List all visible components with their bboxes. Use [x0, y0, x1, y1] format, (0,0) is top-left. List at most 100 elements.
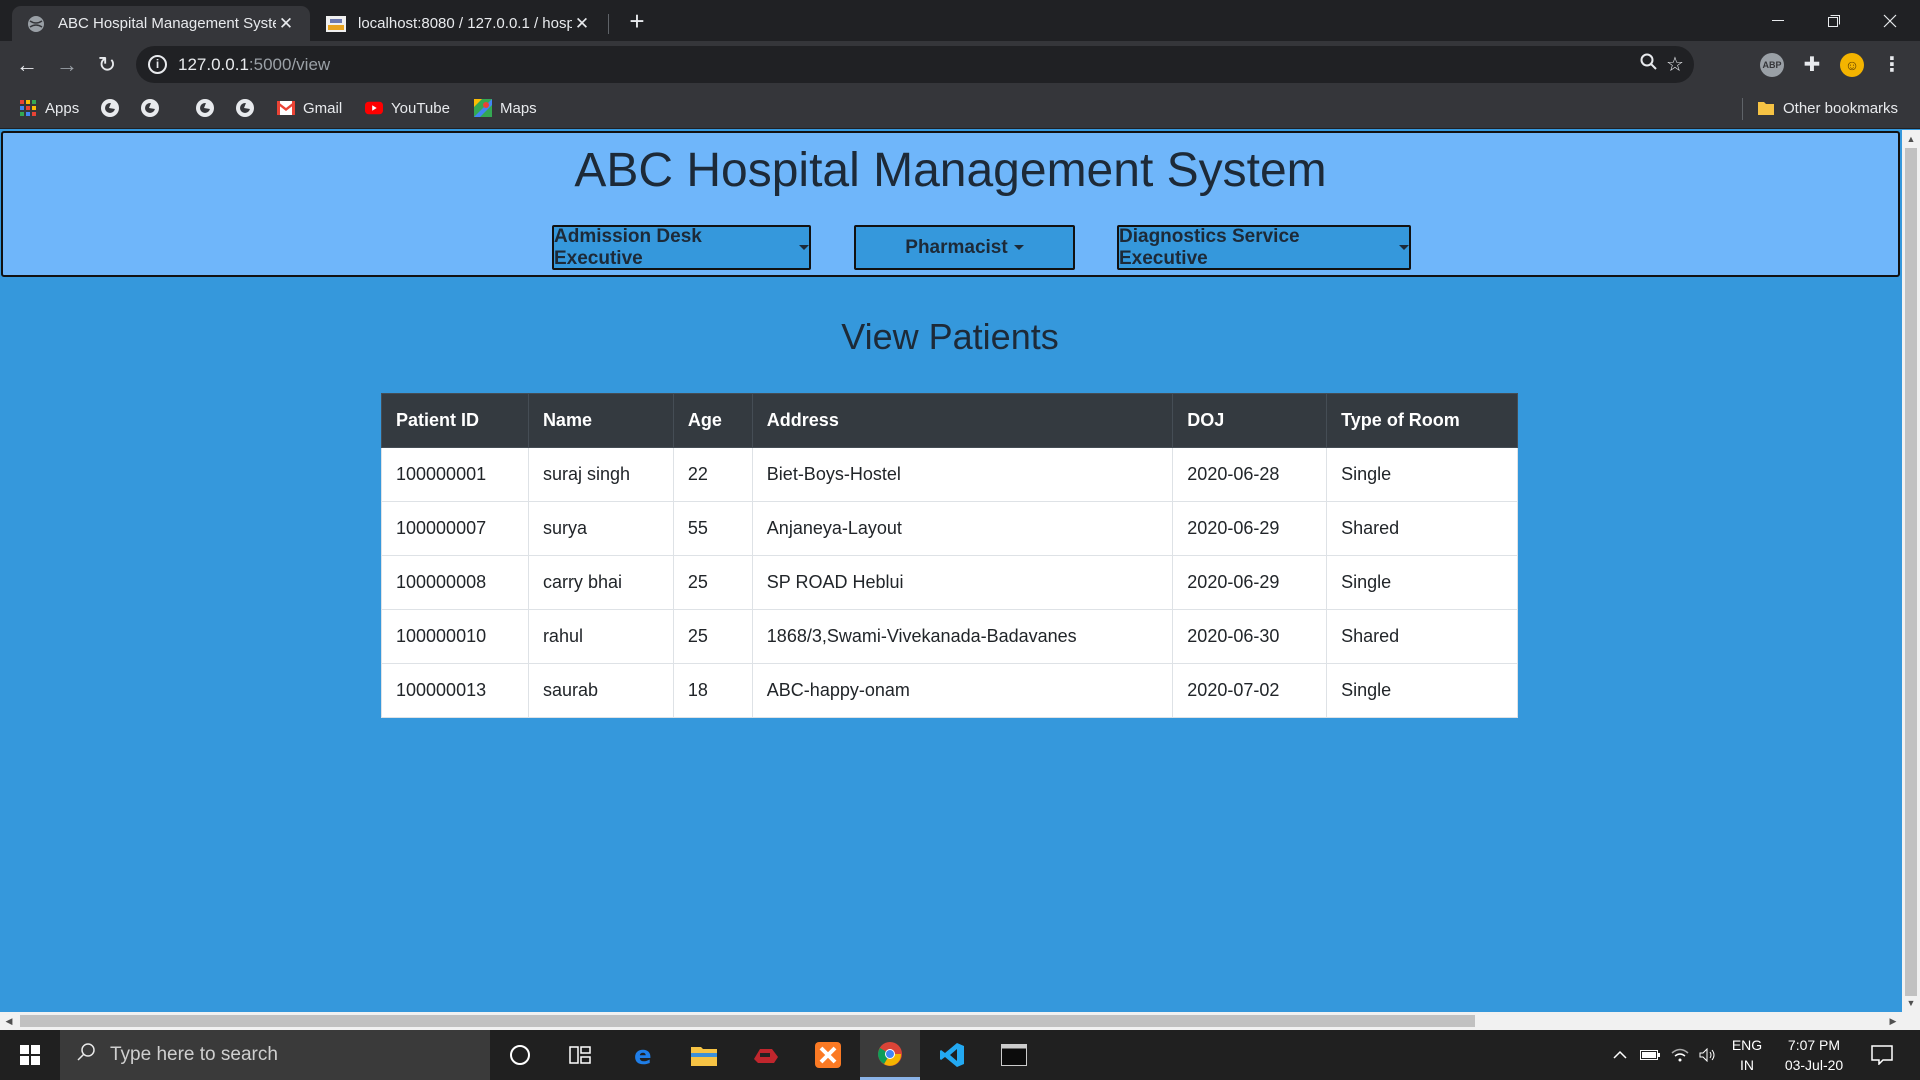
cell-room-type: Shared: [1326, 501, 1518, 556]
close-window-icon[interactable]: [1862, 0, 1918, 41]
bookmark-youtube[interactable]: YouTube: [365, 97, 450, 119]
tab-separator: [608, 14, 609, 34]
scroll-right-arrow-icon[interactable]: ▶: [1884, 1012, 1902, 1030]
maps-icon: [474, 99, 492, 117]
nav-label: Pharmacist: [905, 236, 1008, 258]
page-viewport: ABC Hospital Management System Admission…: [0, 130, 1902, 1012]
cell-doj: 2020-06-29: [1172, 555, 1328, 610]
cell-address: SP ROAD Heblui: [751, 555, 1174, 610]
apps-grid-icon: [19, 99, 37, 117]
bookmark-globe-3[interactable]: [196, 97, 222, 119]
cell-name: saurab: [527, 663, 674, 718]
search-placeholder: Type here to search: [110, 1044, 278, 1065]
vertical-scroll-thumb[interactable]: [1905, 148, 1917, 996]
clock[interactable]: 7:07 PM 03-Jul-20: [1772, 1030, 1856, 1080]
menu-dots-icon[interactable]: ⋮: [1880, 53, 1904, 77]
address-bar[interactable]: i 127.0.0.1:5000/view ☆: [136, 46, 1694, 83]
cell-name: carry bhai: [527, 555, 674, 610]
column-header: DOJ: [1172, 393, 1328, 448]
profile-avatar[interactable]: ☺: [1840, 53, 1864, 77]
adblock-extension-icon[interactable]: ABP: [1760, 53, 1784, 77]
vscode-icon[interactable]: [922, 1030, 982, 1080]
close-tab-icon[interactable]: ✕: [276, 14, 296, 34]
new-tab-button[interactable]: +: [622, 6, 652, 36]
nav-pharmacist-dropdown[interactable]: Pharmacist: [854, 225, 1075, 270]
url-host: 127.0.0.1: [178, 55, 249, 74]
tab-phpmyadmin[interactable]: localhost:8080 / 127.0.0.1 / hospi ✕: [312, 6, 606, 41]
wifi-icon[interactable]: [1666, 1030, 1694, 1080]
svg-text:e: e: [634, 1042, 652, 1068]
bookmark-apps[interactable]: Apps: [19, 97, 79, 119]
table-header-row: Patient ID Name Age Address DOJ Type of …: [381, 393, 1518, 448]
close-tab-icon[interactable]: ✕: [572, 14, 592, 34]
task-view-icon[interactable]: [550, 1030, 610, 1080]
bookmark-globe-4[interactable]: [236, 97, 262, 119]
cell-room-type: Single: [1326, 663, 1518, 718]
nav-label: Admission Desk Executive: [554, 225, 702, 269]
bookmark-globe-2[interactable]: [141, 97, 167, 119]
start-button[interactable]: [0, 1030, 60, 1080]
scroll-up-arrow-icon[interactable]: ▲: [1902, 130, 1920, 148]
restore-icon[interactable]: [1806, 0, 1862, 41]
app-title: ABC Hospital Management System: [574, 144, 1327, 197]
windows-taskbar: Type here to search e ENG IN 7:07 PM 03-…: [0, 1030, 1920, 1080]
tray-chevron-up-icon[interactable]: [1606, 1030, 1634, 1080]
cell-age: 18: [672, 663, 753, 718]
chrome-icon[interactable]: [860, 1030, 920, 1080]
table-row: 100000007 surya 55 Anjaneya-Layout 2020-…: [381, 501, 1518, 556]
bookmark-globe-1[interactable]: [101, 97, 127, 119]
bookmark-gmail[interactable]: Gmail: [277, 97, 342, 119]
battery-icon[interactable]: [1636, 1030, 1664, 1080]
zoom-icon[interactable]: [1636, 52, 1662, 78]
tab-title: ABC Hospital Management Syste: [58, 15, 276, 32]
url-text[interactable]: 127.0.0.1:5000/view: [178, 55, 330, 75]
globe-icon: [101, 99, 119, 117]
game-app-icon[interactable]: [736, 1030, 796, 1080]
cell-patient-id: 100000007: [381, 501, 529, 556]
file-explorer-icon[interactable]: [674, 1030, 734, 1080]
cortana-icon[interactable]: [490, 1030, 550, 1080]
forward-arrow-icon[interactable]: →: [51, 49, 83, 81]
nav-diagnostics-dropdown[interactable]: Diagnostics Service Executive: [1117, 225, 1411, 270]
bookmark-other[interactable]: Other bookmarks: [1757, 97, 1898, 119]
xampp-icon[interactable]: [798, 1030, 858, 1080]
horizontal-scroll-thumb[interactable]: [20, 1015, 1475, 1027]
horizontal-scrollbar[interactable]: ◀ ▶: [0, 1012, 1920, 1030]
cell-room-type: Single: [1326, 447, 1518, 502]
notifications-icon[interactable]: [1862, 1030, 1902, 1080]
scroll-down-arrow-icon[interactable]: ▼: [1902, 994, 1920, 1012]
reload-icon[interactable]: ↻: [91, 49, 123, 81]
cell-name: rahul: [527, 609, 674, 664]
search-icon: [76, 1042, 96, 1068]
back-arrow-icon[interactable]: ←: [11, 49, 43, 81]
folder-icon: [1757, 99, 1775, 117]
patients-table: Patient ID Name Age Address DOJ Type of …: [381, 393, 1518, 718]
taskbar-search-box[interactable]: Type here to search: [60, 1030, 490, 1080]
language-code: ENG: [1731, 1037, 1763, 1053]
terminal-icon[interactable]: [984, 1030, 1044, 1080]
vertical-scrollbar[interactable]: ▲ ▼: [1902, 130, 1920, 1012]
edge-browser-icon[interactable]: e: [614, 1030, 674, 1080]
scroll-left-arrow-icon[interactable]: ◀: [0, 1012, 18, 1030]
site-info-icon[interactable]: i: [148, 55, 167, 74]
table-row: 100000013 saurab 18 ABC-happy-onam 2020-…: [381, 663, 1518, 718]
tab-title: localhost:8080 / 127.0.0.1 / hospi: [358, 15, 572, 32]
bookmark-label: YouTube: [391, 99, 450, 117]
youtube-icon: [365, 99, 383, 117]
column-header: Age: [672, 393, 753, 448]
extensions-puzzle-icon[interactable]: ✚: [1800, 53, 1824, 77]
cell-name: surya: [527, 501, 674, 556]
nav-admission-desk-dropdown[interactable]: Admission Desk Executive: [552, 225, 811, 270]
caret-down-icon: [799, 245, 809, 250]
tab-hospital-app[interactable]: ABC Hospital Management Syste ✕: [12, 6, 310, 41]
bookmark-maps[interactable]: Maps: [474, 97, 537, 119]
bookmark-separator: [1742, 98, 1743, 120]
cell-address: ABC-happy-onam: [751, 663, 1174, 718]
cell-name: suraj singh: [527, 447, 674, 502]
table-row: 100000010 rahul 25 1868/3,Swami-Vivekana…: [381, 609, 1518, 664]
caret-down-icon: [1013, 245, 1024, 250]
input-language-indicator[interactable]: ENG IN: [1726, 1030, 1768, 1080]
bookmark-star-icon[interactable]: ☆: [1662, 52, 1688, 78]
volume-icon[interactable]: [1694, 1030, 1722, 1080]
minimize-icon[interactable]: [1750, 0, 1806, 41]
